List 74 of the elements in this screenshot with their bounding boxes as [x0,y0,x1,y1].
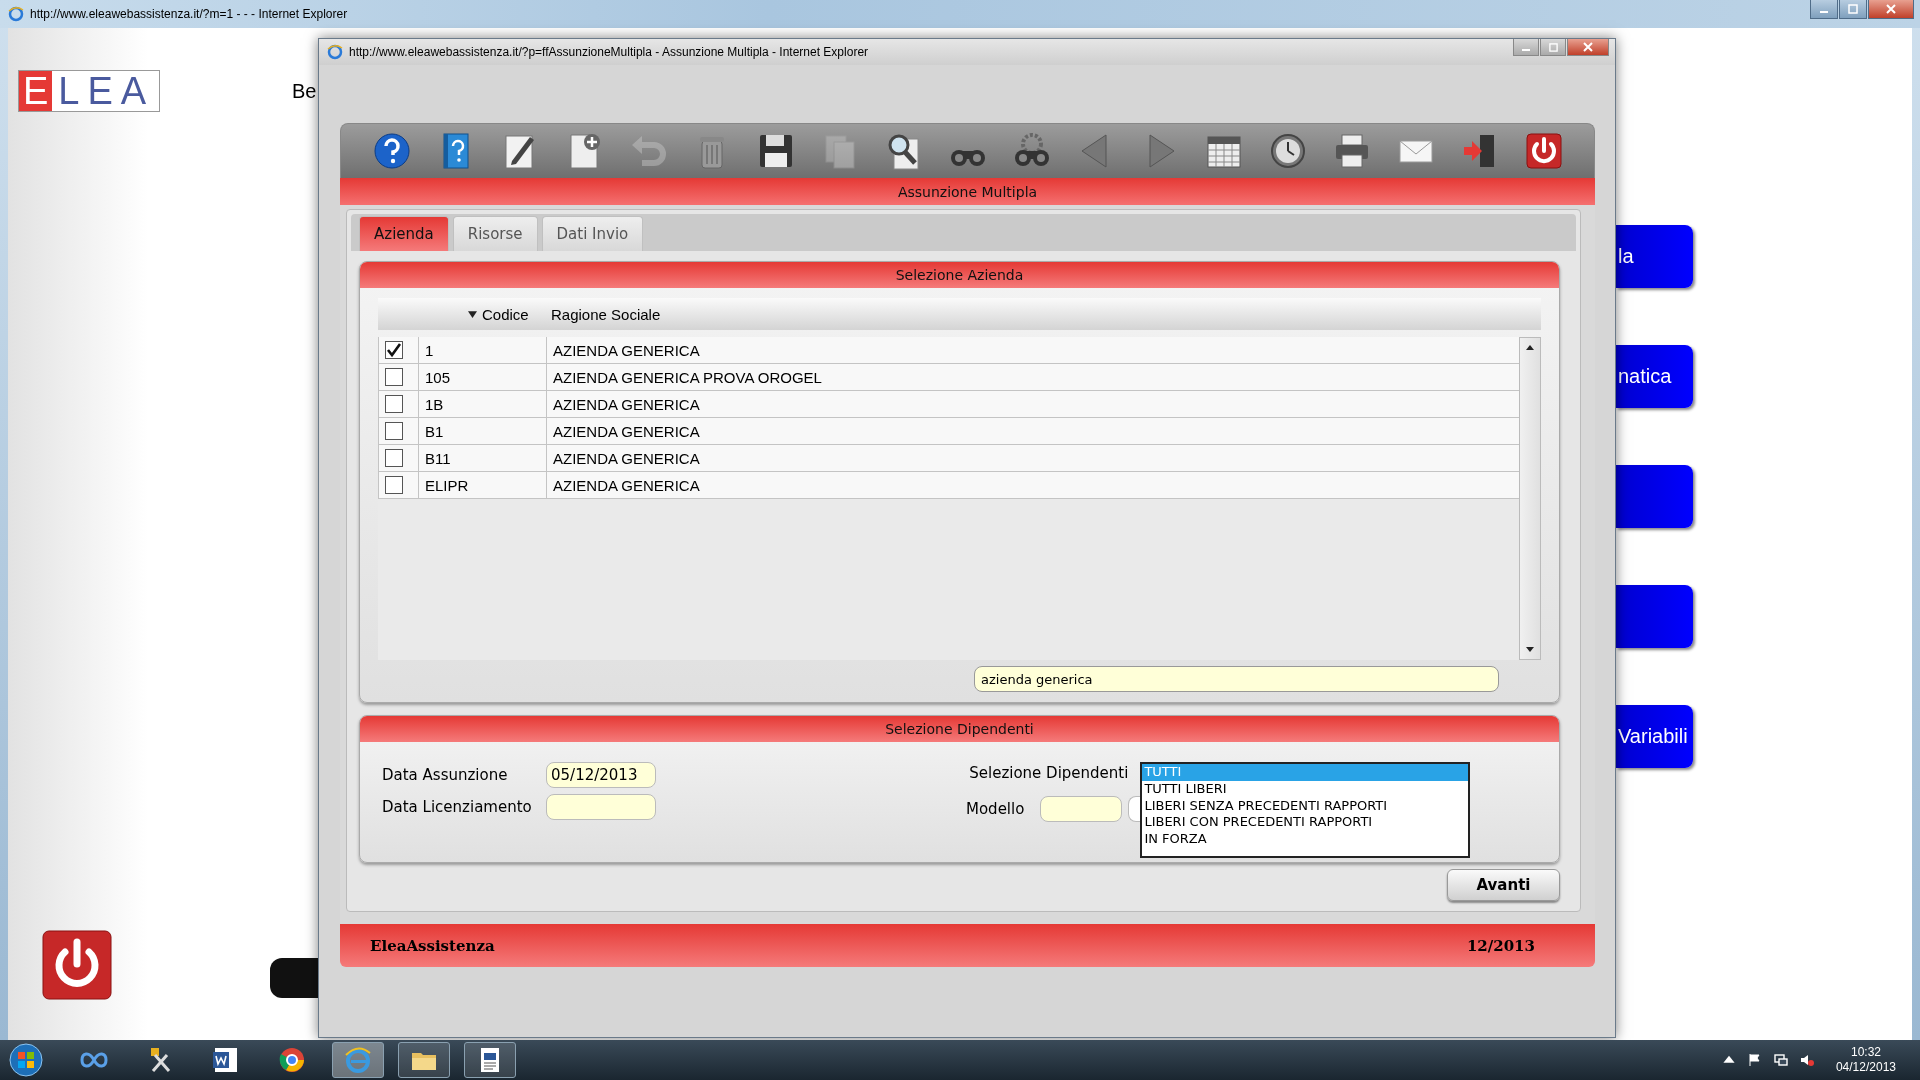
scroll-down-icon[interactable] [1525,645,1535,653]
folder-icon[interactable] [398,1042,450,1078]
minimize-icon [1820,11,1828,13]
table-cell: ELIPR [418,472,546,498]
input-field[interactable] [1128,796,1141,822]
time-text: 10:32 [1850,1045,1881,1060]
minimize-button[interactable] [1513,39,1539,56]
field-label: Data Assunzione [382,766,509,784]
column-header[interactable]: Ragione Sociale [546,305,1541,323]
close-icon [1583,42,1593,52]
network-icon[interactable] [1773,1053,1788,1067]
sort-icon [468,310,477,318]
date-text: 04/12/2013 [1835,1060,1896,1075]
maximize-button[interactable] [1839,0,1867,19]
help-icon[interactable] [372,131,412,171]
field-label: Modello [966,800,1025,818]
column-header[interactable]: Codice [418,305,546,323]
checkbox[interactable] [385,341,403,359]
list-box[interactable]: TUTTI TUTTI LIBERI LIBERI SENZA PRECEDENTI RAPPORTI LIBERI CON PRECEDENTI RAPPORTI IN FORZA [1140,762,1471,858]
checkbox[interactable] [385,368,403,386]
browser-icon [327,44,343,60]
power-icon[interactable] [42,930,112,1000]
power-icon[interactable] [1524,131,1564,171]
list-option[interactable]: LIBERI SENZA PRECEDENTI RAPPORTI [1142,797,1469,815]
menu-button[interactable]: la [1616,225,1693,288]
checkbox[interactable] [385,422,403,440]
search-field[interactable]: azienda generica [974,666,1499,692]
table-cell: B1 [418,418,546,444]
table-cell: 1B [418,391,546,417]
model-field[interactable] [1040,796,1123,822]
panel-title: Selezione Dipendenti [360,716,1559,742]
maximize-icon [1548,42,1558,52]
maximize-icon [1848,4,1858,14]
close-icon [1886,4,1896,14]
minimize-icon [1522,48,1530,51]
tab[interactable]: Risorse [452,216,538,251]
list-option[interactable]: IN FORZA [1142,831,1469,848]
browser-icon [8,6,24,22]
scroll-up-icon[interactable] [1525,344,1535,352]
date-field[interactable] [546,794,656,820]
next-button[interactable]: Avanti [1447,869,1560,901]
field-label: Data Licenziamento [382,798,533,816]
tab[interactable]: Azienda [359,216,449,251]
checkbox[interactable] [385,449,403,467]
document-icon[interactable] [464,1042,516,1078]
minimize-button[interactable] [1810,0,1838,19]
field-label: Selezione Dipendenti [969,764,1129,782]
menu-button[interactable]: natica [1616,345,1693,408]
checkbox[interactable] [385,476,403,494]
close-button[interactable] [1567,39,1609,56]
scrollbar[interactable] [1519,337,1541,660]
greeting-text: Be [292,80,317,103]
tab[interactable]: Dati Invio [541,216,644,251]
date-field[interactable]: 05/12/2013 [546,762,656,788]
table-cell: 105 [418,364,546,390]
flag-icon[interactable] [1747,1053,1762,1067]
checkbox[interactable] [385,395,403,413]
list-option[interactable]: TUTTI LIBERI [1142,780,1469,798]
page-header: Assunzione Multipla [340,178,1595,205]
window-title: http://www.eleawebassistenza.it/?m=1 - - - Internet Explorer [30,7,348,21]
list-option[interactable]: LIBERI CON PRECEDENTI RAPPORTI [1142,814,1469,832]
clock-icon[interactable] [1268,131,1308,171]
clock[interactable]: 10:32 04/12/2013 [1835,1045,1896,1075]
muted-speaker-icon[interactable] [1799,1053,1814,1067]
panel-title: Selezione Azienda [360,262,1559,288]
period-text: 12/2013 [1466,936,1535,955]
window-title: http://www.eleawebassistenza.it/?p=ffAssunzioneMultipla - Assunzione Multipla - Internet Explorer [349,45,869,59]
table-cell: 1 [418,337,546,363]
table-cell: B11 [418,445,546,471]
app-name: EleaAssistenza [370,936,495,955]
close-button[interactable] [1868,0,1914,19]
menu-button[interactable]: Variabili [1616,705,1693,768]
start-button[interactable] [8,1042,44,1078]
maximize-button[interactable] [1540,39,1566,56]
